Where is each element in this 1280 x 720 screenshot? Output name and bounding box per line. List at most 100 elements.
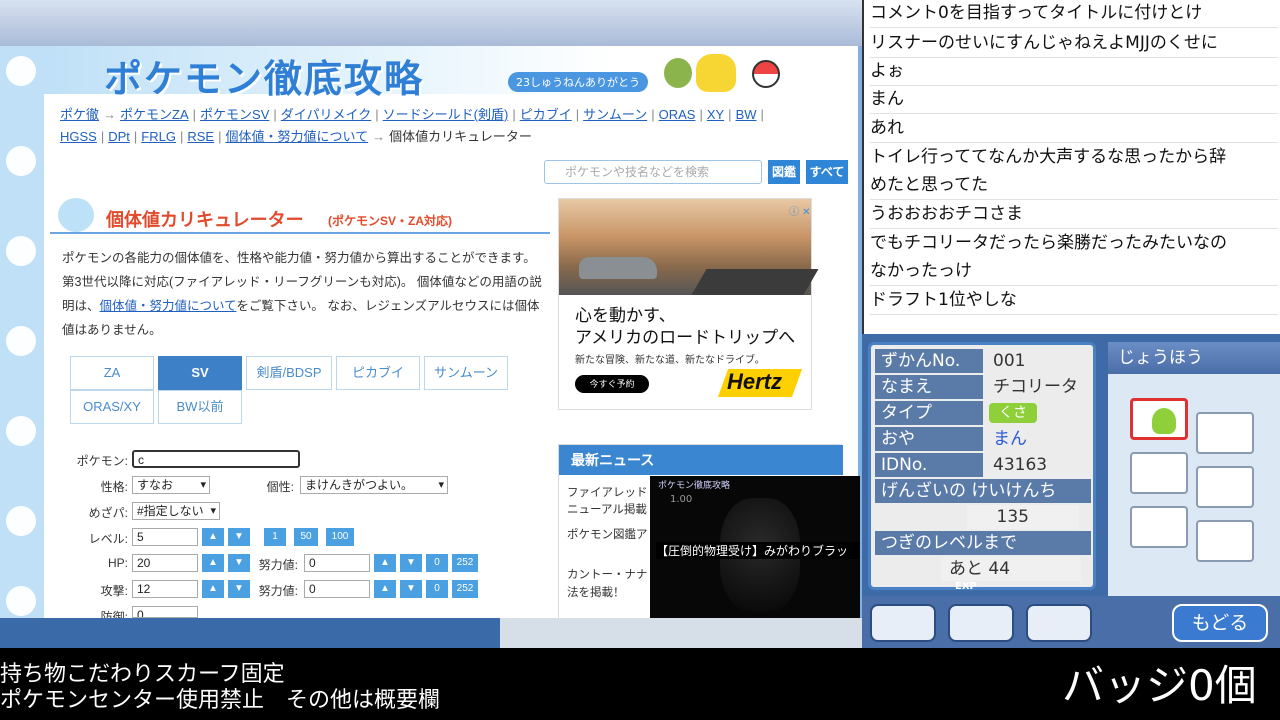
ad-reserve-button[interactable]: 今すぐ予約 xyxy=(575,375,649,393)
site-logo[interactable]: ポケモン徹底攻略 xyxy=(104,48,424,103)
hp-up-button[interactable]: ▲ xyxy=(202,554,224,572)
hp-ev-252-button[interactable]: 252 xyxy=(452,554,478,572)
party-slot[interactable] xyxy=(1196,466,1254,508)
breadcrumb-link[interactable]: FRLG xyxy=(141,129,176,144)
party-slot[interactable] xyxy=(1130,452,1188,494)
tab-sun-moon[interactable]: サンムーン xyxy=(424,356,508,390)
attack-ev-up-button[interactable]: ▲ xyxy=(374,580,396,598)
tab-swsh-bdsp[interactable]: 剣盾/BDSP xyxy=(246,356,332,390)
individuality-select[interactable]: まけんきがつよい。 xyxy=(300,476,448,494)
news-item[interactable]: ニューアル掲載 xyxy=(567,502,647,519)
party-slot[interactable] xyxy=(1196,520,1254,562)
defense-input[interactable]: 0 xyxy=(132,606,198,618)
tab-oras-xy[interactable]: ORAS/XY xyxy=(70,390,154,424)
breadcrumb-link[interactable]: DPt xyxy=(108,129,130,144)
search-input[interactable]: ポケモンや技名などを検索 xyxy=(544,160,762,184)
attack-input[interactable]: 12 xyxy=(132,580,198,598)
chat-message: まん xyxy=(870,86,1278,114)
status-page-button-icon[interactable] xyxy=(948,604,1014,642)
breadcrumb-separator: | xyxy=(133,129,138,144)
paw-decoration xyxy=(0,46,44,618)
breadcrumb-current: 個体値カリキュレーター xyxy=(389,129,532,144)
nature-select[interactable]: すなお xyxy=(132,476,210,494)
attack-ev-252-button[interactable]: 252 xyxy=(452,580,478,598)
ev-iv-link[interactable]: 個体値・努力値について xyxy=(100,299,237,313)
pokemon-label: ポケモン: xyxy=(76,454,128,468)
chat-message: でもチコリータだったら楽勝だったみたいなの xyxy=(870,233,1227,253)
level-input[interactable]: 5 xyxy=(132,528,198,546)
hp-ev-0-button[interactable]: 0 xyxy=(426,554,448,572)
chat-panel: コメント0を目指すってタイトルに付けとけ リスナーのせいにすんじゃねえよMJJの… xyxy=(862,0,1280,334)
breadcrumb-link[interactable]: 個体値・努力値について xyxy=(225,129,368,144)
level-up-button[interactable]: ▲ xyxy=(202,528,224,546)
next-level-value: あと 44 xyxy=(941,557,1081,581)
video-popup[interactable]: ポケモン徹底攻略 1.00 【圧倒的物理受け】みがわりブラッ xyxy=(650,476,860,618)
breadcrumb-separator: | xyxy=(651,107,655,122)
browser-toolbar xyxy=(0,0,862,46)
breadcrumb-link[interactable]: XY xyxy=(707,107,724,122)
breadcrumb-separator: | xyxy=(512,107,516,122)
party-slot[interactable] xyxy=(1130,506,1188,548)
news-item[interactable]: カントー・ナナ xyxy=(567,567,648,584)
tab-sv[interactable]: SV xyxy=(158,356,242,390)
name-value: チコリータ xyxy=(993,377,1078,397)
breadcrumb-link[interactable]: ソードシールド(剣盾) xyxy=(383,107,509,122)
breadcrumb-link[interactable]: ポケモンZA xyxy=(120,107,189,122)
tab-za[interactable]: ZA xyxy=(70,356,154,390)
breadcrumb-link[interactable]: ORAS xyxy=(659,107,696,122)
ad-image xyxy=(559,199,819,295)
attack-ev-down-button[interactable]: ▼ xyxy=(400,580,422,598)
ad-info-icon[interactable]: ⓘ ✕ xyxy=(789,203,811,218)
news-item[interactable]: ポケモン図鑑ア xyxy=(567,527,648,544)
breadcrumb-link[interactable]: HGSS xyxy=(60,129,97,144)
party-slot[interactable] xyxy=(1196,412,1254,454)
breadcrumb-separator: | xyxy=(218,129,222,144)
tab-bw-earlier[interactable]: BW以前 xyxy=(158,390,242,424)
attack-ev-0-button[interactable]: 0 xyxy=(426,580,448,598)
breadcrumb-separator: | xyxy=(375,107,379,122)
ad-headline: 心を動かす、 アメリカのロードトリップへ xyxy=(575,305,795,349)
breadcrumb-link[interactable]: BW xyxy=(736,107,757,122)
advertisement[interactable]: ⓘ ✕ 心を動かす、 アメリカのロードトリップへ 新たな冒険、新たな道、新たなド… xyxy=(558,198,819,410)
attack-up-button[interactable]: ▲ xyxy=(202,580,224,598)
ribbon-page-button-icon[interactable] xyxy=(1026,604,1092,642)
video-logo: ポケモン徹底攻略 xyxy=(658,481,731,491)
news-item[interactable]: ファイアレッド xyxy=(567,485,648,502)
tab-lets-go[interactable]: ピカブイ xyxy=(336,356,420,390)
breadcrumb-link[interactable]: RSE xyxy=(187,129,214,144)
zukan-search-button[interactable]: 図鑑 xyxy=(768,160,800,184)
hp-ev-input[interactable]: 0 xyxy=(304,554,370,572)
attack-ev-input[interactable]: 0 xyxy=(304,580,370,598)
all-search-button[interactable]: すべて xyxy=(806,160,848,184)
car-graphic xyxy=(579,257,657,279)
breadcrumb-link[interactable]: ポケモンSV xyxy=(200,107,269,122)
dex-no-label: ずかんNo. xyxy=(875,349,983,373)
level-1-button[interactable]: 1 xyxy=(264,528,286,546)
pokemon-info-panel: ずかんNo. 001 なまえ チコリータ タイプ くさ おや まん IDNo. … xyxy=(868,342,1096,592)
hp-input[interactable]: 20 xyxy=(132,554,198,572)
attack-ev-label: 努力値: xyxy=(258,584,298,598)
back-button[interactable]: もどる xyxy=(1172,604,1268,642)
info-page-button-icon[interactable] xyxy=(870,604,936,642)
chat-message: めたと思ってた xyxy=(870,172,1278,200)
page-title-sub: (ポケモンSV・ZA対応) xyxy=(328,214,452,228)
level-50-button[interactable]: 50 xyxy=(294,528,318,546)
hp-ev-down-button[interactable]: ▼ xyxy=(400,554,422,572)
hp-ev-up-button[interactable]: ▲ xyxy=(374,554,396,572)
breadcrumb-link[interactable]: ピカブイ xyxy=(520,107,572,122)
owner-label: おや xyxy=(875,427,983,451)
breadcrumb-link[interactable]: サンムーン xyxy=(583,107,647,122)
site-banner[interactable]: ポケモン徹底攻略 23しゅうねんありがとう xyxy=(44,46,858,101)
chikorita-sprite-icon xyxy=(1152,408,1176,434)
news-item[interactable]: 法を掲載！ xyxy=(567,585,625,602)
anniversary-badge: 23しゅうねんありがとう xyxy=(508,72,648,92)
breadcrumb-link[interactable]: ポケ徹 xyxy=(60,107,99,122)
breadcrumb-link[interactable]: ダイパリメイク xyxy=(281,107,371,122)
breadcrumb-separator: | xyxy=(760,107,764,122)
level-100-button[interactable]: 100 xyxy=(326,528,354,546)
chat-message: ドラフト1位やしな xyxy=(870,287,1278,315)
level-down-button[interactable]: ▼ xyxy=(228,528,250,546)
pokemon-input[interactable]: c xyxy=(132,450,300,468)
pikachu-icon xyxy=(696,54,736,92)
hidden-power-select[interactable]: #指定しない xyxy=(132,502,220,520)
